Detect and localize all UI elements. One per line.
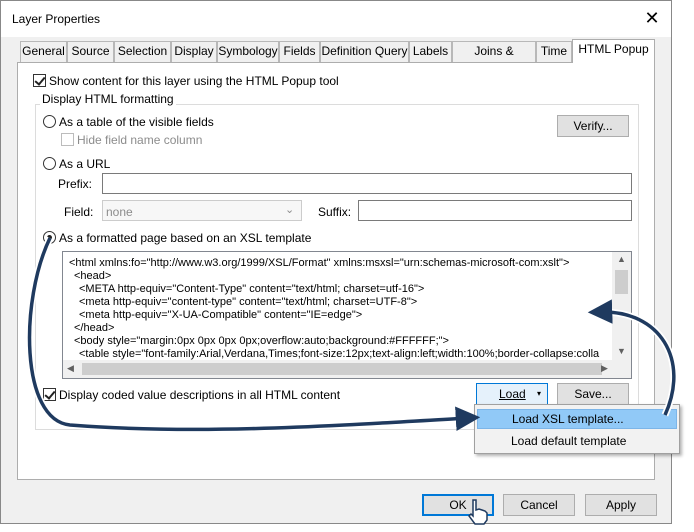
hand-cursor-icon bbox=[468, 499, 488, 525]
arrow-to-load-menu bbox=[26, 236, 469, 433]
arrow-to-editor bbox=[599, 308, 678, 417]
tab-html-popup[interactable]: HTML Popup bbox=[572, 39, 655, 63]
annotation-arrows bbox=[26, 236, 678, 433]
